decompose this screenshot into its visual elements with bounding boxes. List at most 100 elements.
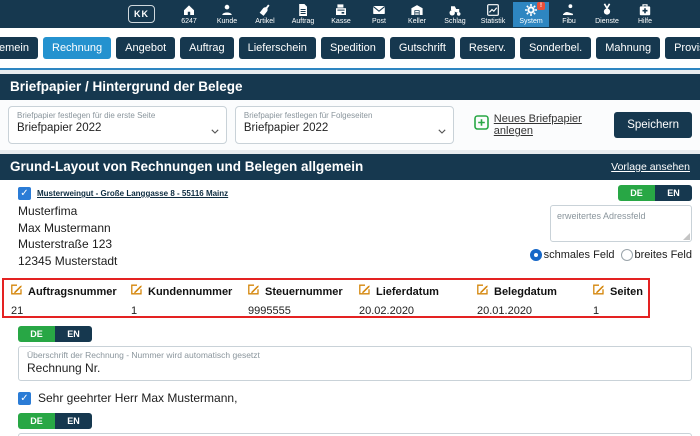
narrow-field-label: schmales Feld [544, 249, 615, 261]
field-width-radios: schmales Feld breites Feld [530, 249, 692, 261]
layout-content: ✓ Musterweingut - Große Langgasse 8 - 55… [0, 180, 700, 436]
extended-address-textarea[interactable]: erweitertes Adressfeld [550, 205, 692, 242]
notification-badge: ! [537, 2, 545, 10]
edit-icon[interactable] [476, 283, 489, 301]
nav-item-kasse[interactable]: Kasse [323, 2, 359, 27]
nav-item-auftrag[interactable]: Auftrag [285, 2, 321, 27]
nav-item-label: Post [372, 18, 386, 25]
nav-item-keller[interactable]: Keller [399, 2, 435, 27]
nav-item-statistik[interactable]: Statistik [475, 2, 511, 27]
chevron-down-icon [438, 122, 446, 130]
warehouse-icon [410, 3, 424, 17]
tab-angebot[interactable]: Angebot [116, 37, 175, 59]
tab-spedition[interactable]: Spedition [321, 37, 385, 59]
application-window: KK 6247 Kunde Artikel Auftrag Kasse [0, 0, 700, 436]
envelope-icon [372, 3, 386, 17]
briefpapier-controls: Briefpapier festlegen für die erste Seit… [0, 100, 700, 150]
lang-en-button[interactable]: EN [55, 326, 92, 342]
nav-item-home[interactable]: 6247 [171, 2, 207, 27]
tab-auftrag[interactable]: Auftrag [180, 37, 233, 59]
nav-item-label: Fibu [562, 18, 576, 25]
address-options-panel: DE EN erweitertes Adressfeld schmales Fe… [546, 185, 692, 261]
view-template-link[interactable]: Vorlage ansehen [611, 161, 690, 173]
nav-item-post[interactable]: Post [361, 2, 397, 27]
salutation-text: Sehr geehrter Herr Max Mustermann, [38, 391, 237, 405]
field-label: Belegdatum [494, 286, 557, 298]
heading-language-toggle: DE EN [18, 326, 692, 342]
nav-item-label: System [519, 18, 542, 25]
nav-item-label: Artikel [255, 18, 274, 25]
top-navigation-bar: KK 6247 Kunde Artikel Auftrag Kasse [0, 0, 700, 28]
tab-gutschrift[interactable]: Gutschrift [390, 37, 455, 59]
document-icon [296, 3, 310, 17]
nav-item-label: 6247 [181, 18, 197, 25]
nav-item-label: Schlag [444, 18, 465, 25]
nav-item-label: Kunde [217, 18, 237, 25]
nav-item-dienste[interactable]: Dienste [589, 2, 625, 27]
tab-rechnung[interactable]: Rechnung [43, 37, 111, 59]
lang-de-button[interactable]: DE [618, 185, 655, 201]
nav-item-fibu[interactable]: Fibu [551, 2, 587, 27]
field-label: Seiten [610, 286, 643, 298]
salutation-checkbox[interactable]: ✓ [18, 392, 31, 405]
sender-checkbox[interactable]: ✓ [18, 187, 31, 200]
tab-lieferschein[interactable]: Lieferschein [239, 37, 316, 59]
field-value: 20.01.2020 [476, 305, 586, 317]
lang-en-button[interactable]: EN [55, 413, 92, 429]
select-value: Briefpapier 2022 [17, 122, 204, 134]
sender-address-link[interactable]: Musterweingut - Große Langgasse 8 - 5511… [37, 189, 228, 198]
tab-mahnung[interactable]: Mahnung [596, 37, 660, 59]
first-page-paper-select[interactable]: Briefpapier festlegen für die erste Seit… [8, 106, 227, 144]
hand-coin-icon [562, 3, 576, 17]
resize-handle-icon[interactable] [683, 233, 690, 240]
field-lieferdatum: Lieferdatum 20.02.2020 [352, 280, 470, 316]
following-pages-paper-select[interactable]: Briefpapier festlegen für Folgeseiten Br… [235, 106, 454, 144]
field-label: Auftragsnummer [28, 286, 117, 298]
document-type-tabs: Allgemein Rechnung Angebot Auftrag Liefe… [0, 28, 700, 70]
nav-item-artikel[interactable]: Artikel [247, 2, 283, 27]
chevron-down-icon [211, 122, 219, 130]
app-logo[interactable]: KK [128, 5, 155, 23]
nav-item-label: Dienste [595, 18, 619, 25]
home-icon [182, 3, 196, 17]
edit-icon[interactable] [10, 283, 23, 301]
cash-register-icon [334, 3, 348, 17]
tractor-icon [448, 3, 462, 17]
lang-de-button[interactable]: DE [18, 326, 55, 342]
field-seiten: Seiten 1 [586, 280, 648, 316]
gear-icon [524, 3, 538, 17]
select-label: Briefpapier festlegen für die erste Seit… [17, 111, 204, 120]
wide-field-radio[interactable] [621, 249, 633, 261]
edit-icon[interactable] [247, 283, 260, 301]
nav-item-label: Hilfe [638, 18, 652, 25]
field-auftragsnummer: Auftragsnummer 21 [4, 280, 124, 316]
tab-provision[interactable]: Provision [665, 37, 700, 59]
input-value: Rechnung Nr. [27, 361, 683, 375]
edit-icon[interactable] [358, 283, 371, 301]
person-icon [220, 3, 234, 17]
edit-icon[interactable] [592, 283, 605, 301]
chart-icon [486, 3, 500, 17]
invoice-heading-input[interactable]: Überschrift der Rechnung - Nummer wird a… [18, 346, 692, 381]
tab-sonderbel[interactable]: Sonderbel. [520, 37, 591, 59]
nav-item-schlag[interactable]: Schlag [437, 2, 473, 27]
save-button[interactable]: Speichern [614, 112, 692, 138]
lang-de-button[interactable]: DE [18, 413, 55, 429]
select-label: Briefpapier festlegen für Folgeseiten [244, 111, 431, 120]
narrow-field-radio[interactable] [530, 249, 542, 261]
tab-allgemein[interactable]: Allgemein [0, 37, 38, 59]
nav-items: 6247 Kunde Artikel Auftrag Kasse Post [171, 2, 663, 27]
field-steuernummer: Steuernummer 9995555 [241, 280, 352, 316]
nav-item-system[interactable]: ! System [513, 2, 549, 27]
nav-item-hilfe[interactable]: Hilfe [627, 2, 663, 27]
new-briefpapier-label: Neues Briefpapier anlegen [494, 113, 614, 137]
nav-item-kunde[interactable]: Kunde [209, 2, 245, 27]
language-toggle: DE EN [618, 185, 692, 201]
edit-icon[interactable] [130, 283, 143, 301]
salutation-row: ✓ Sehr geehrter Herr Max Mustermann, [18, 391, 692, 405]
layout-section-header: Grund-Layout von Rechnungen und Belegen … [0, 154, 700, 180]
new-briefpapier-link[interactable]: Neues Briefpapier anlegen [474, 113, 614, 137]
lang-en-button[interactable]: EN [655, 185, 692, 201]
section-title: Grund-Layout von Rechnungen und Belegen … [10, 159, 363, 174]
tab-reserv[interactable]: Reserv. [460, 37, 515, 59]
